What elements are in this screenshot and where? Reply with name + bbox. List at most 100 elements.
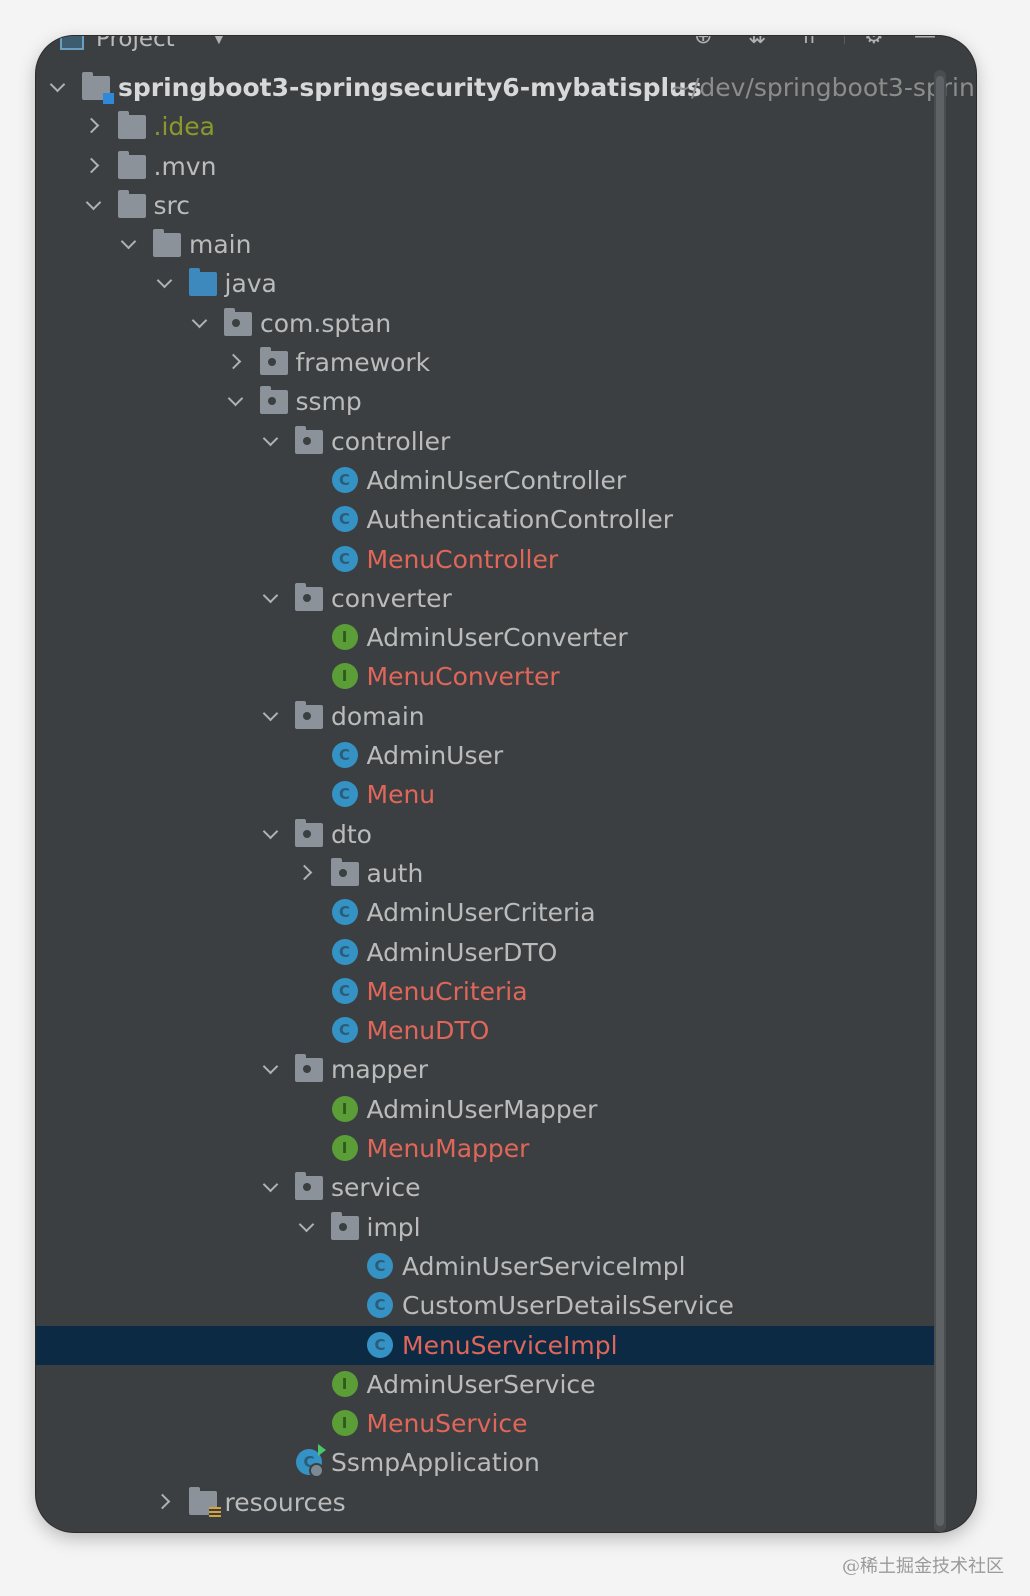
package-icon [259, 386, 288, 415]
tree-row[interactable]: C AdminUserServiceImpl [36, 1247, 936, 1286]
tree-row[interactable]: C SsmpApplication [36, 1443, 936, 1482]
chevron-right-icon[interactable] [297, 860, 317, 884]
interface-icon: I [331, 1370, 358, 1397]
tree-row[interactable]: C AdminUserDTO [36, 933, 936, 972]
tree-row[interactable]: domain [36, 697, 936, 736]
package-icon [295, 1054, 323, 1083]
chevron-down-icon[interactable] [119, 231, 139, 255]
tree-row[interactable]: framework [36, 343, 936, 382]
gear-icon[interactable]: ⚙ [864, 36, 884, 49]
minimize-icon[interactable]: — [914, 36, 936, 49]
class-icon: C [331, 545, 358, 572]
scrollbar-thumb[interactable] [936, 76, 944, 1526]
chevron-down-icon[interactable] [84, 192, 104, 216]
tree-row[interactable]: C MenuCriteria [36, 972, 936, 1011]
tree-row[interactable]: dto [36, 815, 936, 854]
tree-row[interactable]: main [36, 225, 936, 264]
tree-row[interactable]: .idea [36, 107, 936, 146]
chevron-down-icon[interactable] [48, 74, 68, 98]
tree-row[interactable]: src [36, 186, 936, 225]
tree-item-label: mapper [331, 1055, 429, 1085]
package-icon [224, 307, 252, 336]
chevron-down-icon[interactable] [261, 428, 281, 452]
tree-row[interactable]: I AdminUserConverter [36, 618, 936, 657]
package-icon [295, 818, 323, 847]
chevron-right-icon[interactable] [84, 113, 104, 137]
tree-row[interactable]: com.sptan [36, 304, 936, 343]
class-icon: C [331, 977, 358, 1004]
tree-item-label: MenuMapper [366, 1134, 530, 1164]
chevron-down-icon[interactable] [297, 1214, 317, 1238]
tree-row[interactable]: C MenuDTO [36, 1011, 936, 1050]
tree-row[interactable]: .mvn [36, 147, 936, 186]
tree-row[interactable]: I MenuConverter [36, 657, 936, 696]
tool-window-title[interactable]: Project [96, 36, 175, 52]
tree-item-label: src [153, 190, 191, 220]
class-icon: C [367, 1252, 393, 1279]
interface-icon: I [331, 663, 358, 690]
tree-row[interactable]: auth [36, 854, 936, 893]
tree-row[interactable]: converter [36, 579, 936, 618]
resources-folder-icon [188, 1486, 221, 1519]
tree-row[interactable]: I MenuService [36, 1404, 936, 1443]
tree-item-label: dto [331, 819, 372, 849]
chevron-down-icon[interactable] [155, 270, 175, 294]
project-tree[interactable]: springboot3-springsecurity6-mybatisplus ~… [36, 68, 975, 1522]
collapse-all-icon[interactable]: ⇈ [800, 36, 818, 49]
tree-row[interactable]: java [36, 264, 936, 303]
chevron-down-icon[interactable] [261, 1056, 281, 1080]
tree-item-label: domain [331, 701, 425, 731]
tree-item-label: SsmpApplication [331, 1448, 540, 1478]
tree-item-label: com.sptan [260, 308, 392, 338]
tree-row[interactable]: service [36, 1168, 936, 1207]
tree-item-label: converter [331, 583, 452, 613]
crosshair-icon[interactable]: ⊕ [694, 36, 712, 49]
source-folder-icon [188, 268, 217, 297]
tree-row[interactable]: C AuthenticationController [36, 500, 936, 539]
tree-row[interactable]: resources [36, 1483, 936, 1522]
class-icon: C [331, 899, 358, 926]
triangle-down-icon[interactable]: ▼ [212, 36, 226, 47]
chevron-right-icon[interactable] [84, 153, 104, 177]
tree-row[interactable]: I AdminUserService [36, 1365, 936, 1404]
class-icon: C [331, 466, 358, 493]
tree-row[interactable]: C Menu [36, 775, 936, 814]
tree-row[interactable]: C MenuController [36, 540, 936, 579]
tree-row[interactable]: C AdminUserCriteria [36, 893, 936, 932]
tree-row[interactable]: I AdminUserMapper [36, 1090, 936, 1129]
tree-item-label: CustomUserDetailsService [402, 1291, 734, 1321]
interface-icon: I [331, 624, 358, 651]
tree-row[interactable]: impl [36, 1208, 936, 1247]
chevron-right-icon[interactable] [155, 1489, 175, 1513]
tree-item-label: AdminUserMapper [366, 1094, 598, 1124]
chevron-down-icon[interactable] [261, 821, 281, 845]
project-icon [60, 36, 84, 50]
tree-row[interactable]: ssmp [36, 382, 936, 421]
chevron-down-icon[interactable] [261, 1174, 281, 1198]
tree-item-label: MenuConverter [366, 662, 560, 692]
tree-row[interactable]: C AdminUser [36, 736, 936, 775]
tree-row[interactable]: C CustomUserDetailsService [36, 1286, 936, 1325]
tree-row[interactable]: C MenuServiceImpl [36, 1325, 936, 1365]
tree-item-label: framework [295, 348, 431, 378]
tree-item-label: main [189, 230, 252, 260]
chevron-down-icon[interactable] [226, 388, 246, 412]
tree-item-label: impl [366, 1212, 421, 1242]
expand-all-icon[interactable]: ⇊ [748, 36, 766, 49]
tree-row[interactable]: mapper [36, 1050, 936, 1089]
tree-row[interactable]: I MenuMapper [36, 1129, 936, 1168]
tree-row[interactable]: springboot3-springsecurity6-mybatisplus ~… [36, 68, 975, 107]
chevron-down-icon[interactable] [190, 310, 210, 334]
tree-item-label: Menu [366, 780, 436, 810]
chevron-down-icon[interactable] [261, 585, 281, 609]
class-icon: C [331, 781, 358, 808]
tree-row[interactable]: controller [36, 422, 936, 461]
toolbar-separator [844, 36, 845, 44]
chevron-down-icon[interactable] [261, 703, 281, 727]
tree-item-label: AdminUserService [366, 1369, 596, 1399]
tree-item-label: AdminUserController [366, 465, 627, 495]
tree-row[interactable]: C AdminUserController [36, 461, 936, 500]
tool-window-header: Project ▼ ⊕ ⇊ ⇈ ⚙ — [36, 36, 976, 58]
chevron-right-icon[interactable] [226, 349, 246, 373]
tree-item-label: AdminUserConverter [366, 623, 628, 653]
